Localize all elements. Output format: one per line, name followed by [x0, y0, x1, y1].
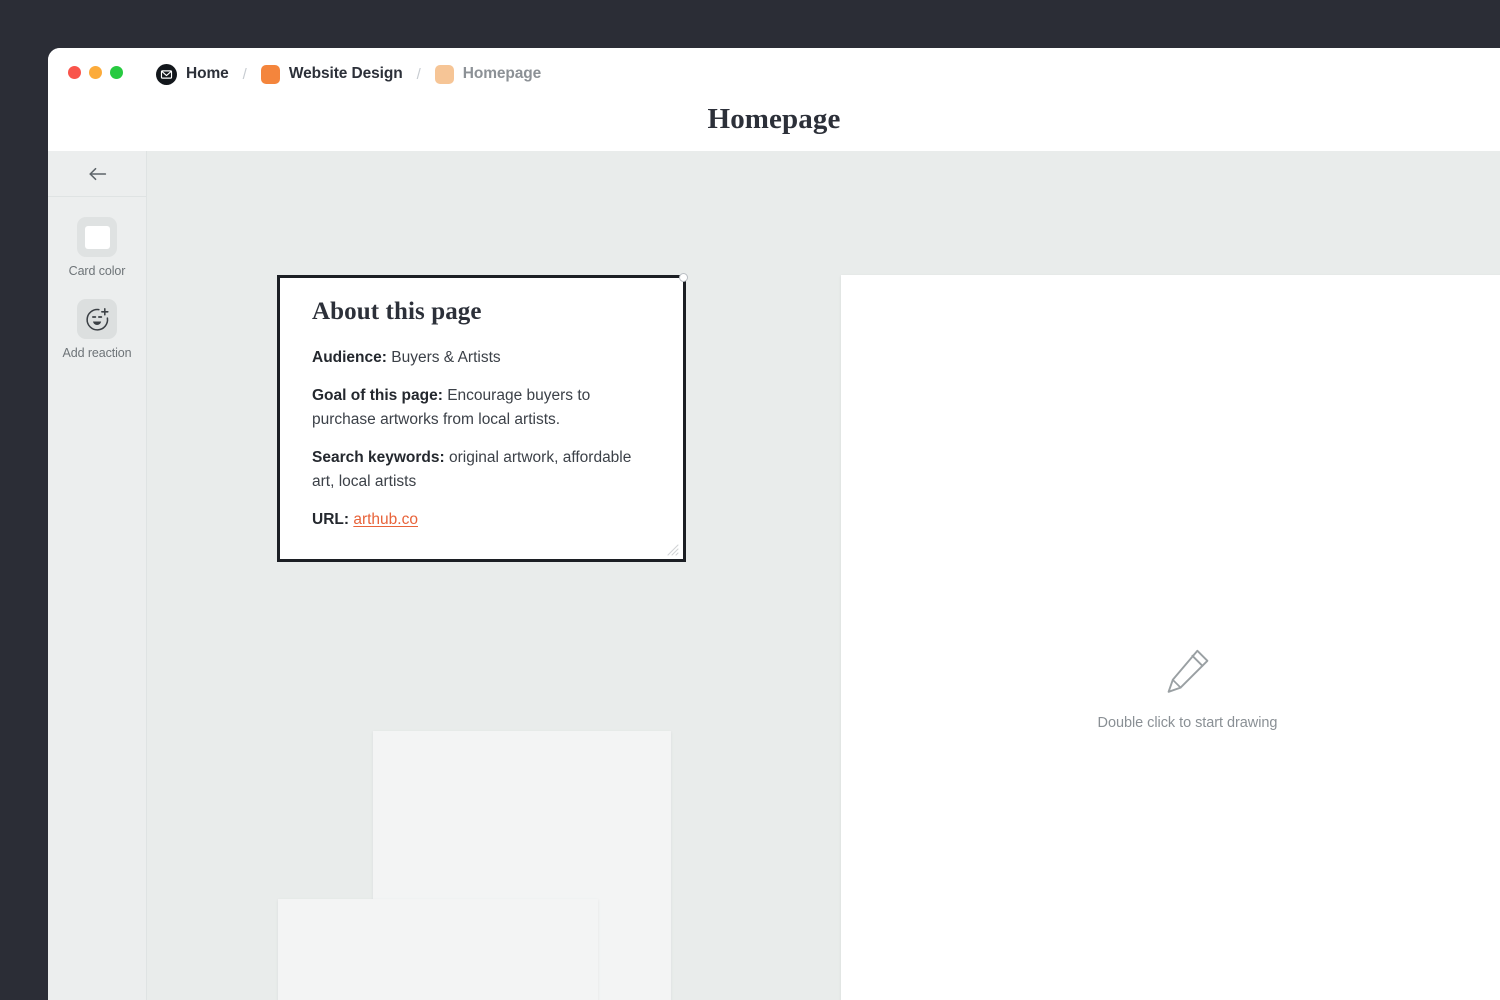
canvas[interactable]: Double click to start drawing About this… [147, 151, 1500, 1000]
about-field-label-audience: Audience: [312, 349, 387, 366]
drawing-hint-text: Double click to start drawing [1098, 715, 1278, 731]
breadcrumb-item-homepage[interactable]: Homepage [435, 62, 541, 86]
breadcrumb-label-website-design: Website Design [289, 65, 403, 83]
breadcrumb-item-home[interactable]: Home [156, 62, 229, 86]
about-url-link[interactable]: arthub.co [353, 511, 418, 528]
breadcrumb-label-homepage: Homepage [463, 65, 541, 83]
maximize-window-button[interactable] [110, 66, 123, 79]
color-swatch-icon-homepage [435, 65, 454, 84]
about-field-value-audience: Buyers & Artists [391, 349, 500, 366]
back-button[interactable] [82, 161, 112, 187]
about-field-keywords: Search keywords: original artwork, affor… [312, 446, 651, 494]
back-arrow-icon [88, 167, 107, 181]
about-card-content: About this page Audience: Buyers & Artis… [280, 278, 683, 532]
about-field-goal: Goal of this page: Encourage buyers to p… [312, 384, 651, 432]
about-this-page-card[interactable]: About this page Audience: Buyers & Artis… [277, 275, 686, 562]
sidebar-tool-label-card-color: Card color [69, 264, 126, 279]
about-field-url: URL: arthub.co [312, 508, 651, 532]
minimize-window-button[interactable] [89, 66, 102, 79]
page-title: Homepage [48, 103, 1500, 136]
breadcrumb-separator-2: / [417, 66, 421, 83]
add-reaction-button[interactable] [77, 299, 117, 339]
color-swatch-icon-website-design [261, 65, 280, 84]
selection-handle-top-right[interactable] [679, 273, 688, 282]
drawing-empty-state: Double click to start drawing [841, 647, 1500, 731]
home-avatar-icon [156, 64, 177, 85]
color-swatch-icon [85, 226, 110, 249]
tool-sidebar: Card color Add reaction [48, 151, 147, 1000]
breadcrumb: Home / Website Design / Homepage [156, 62, 541, 86]
about-field-label-keywords: Search keywords: [312, 449, 445, 466]
emoji-plus-icon [85, 307, 110, 332]
breadcrumb-separator-1: / [243, 66, 247, 83]
sidebar-tool-card-color[interactable]: Card color [48, 217, 146, 279]
resize-grip-icon[interactable] [666, 543, 679, 556]
sidebar-tool-label-add-reaction: Add reaction [63, 346, 132, 361]
about-field-audience: Audience: Buyers & Artists [312, 346, 651, 370]
workspace: Card color Add reaction [48, 151, 1500, 1000]
app-window: Home / Website Design / Homepage Homepag… [48, 48, 1500, 1000]
breadcrumb-item-website-design[interactable]: Website Design [261, 62, 403, 86]
titlebar: Home / Website Design / Homepage Homepag… [48, 48, 1500, 151]
card-color-button[interactable] [77, 217, 117, 257]
breadcrumb-label-home: Home [186, 65, 229, 83]
sidebar-tool-add-reaction[interactable]: Add reaction [48, 299, 146, 361]
upload-placeholder-card-front[interactable] [278, 899, 598, 1000]
sidebar-header [48, 151, 146, 197]
about-card-title: About this page [312, 298, 651, 326]
close-window-button[interactable] [68, 66, 81, 79]
pencil-icon [1164, 647, 1212, 699]
drawing-card[interactable]: Double click to start drawing [841, 275, 1500, 1000]
window-controls [68, 66, 123, 79]
about-field-label-goal: Goal of this page: [312, 387, 443, 404]
about-field-label-url: URL: [312, 511, 349, 528]
